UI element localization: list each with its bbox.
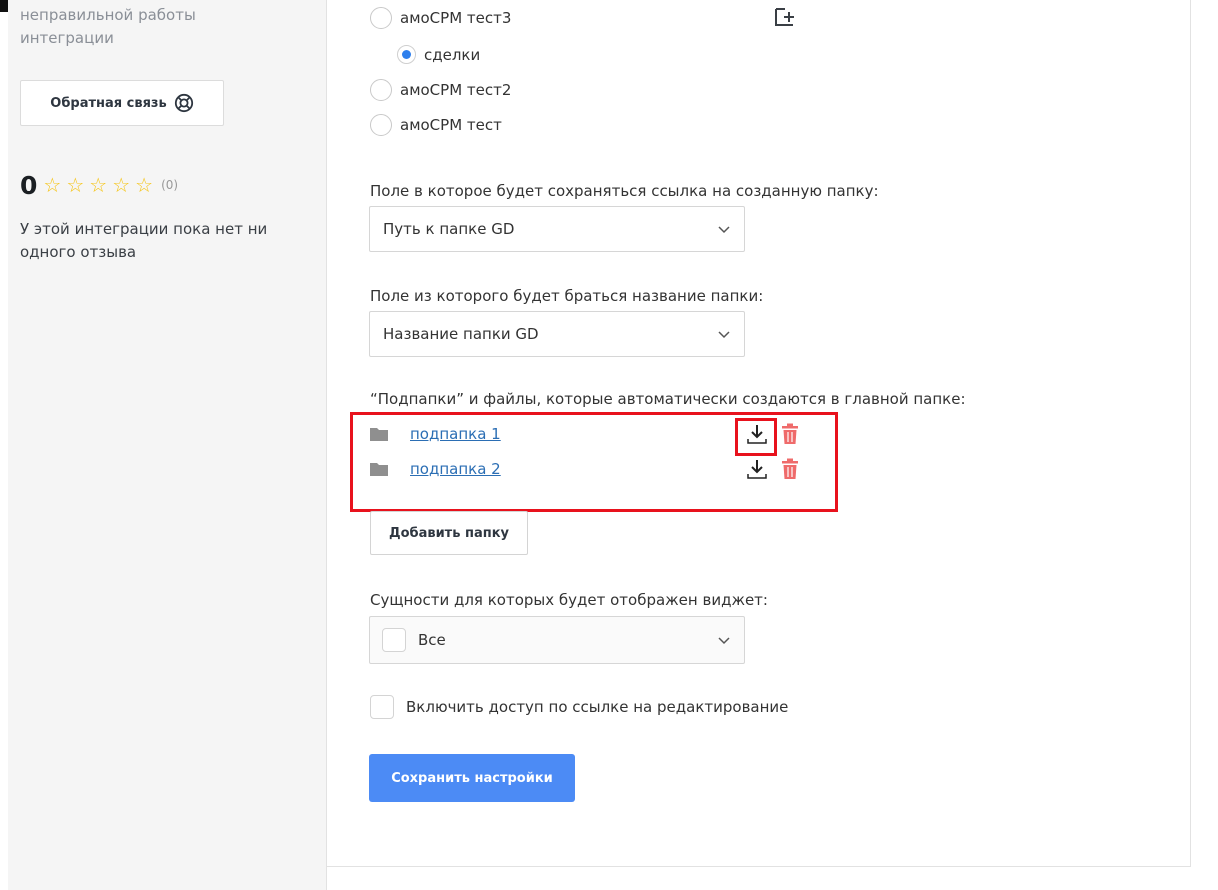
subfolder-row: подпапка 2 [370, 460, 501, 478]
subfolder-row: подпапка 1 [370, 425, 501, 443]
subfolders-label: “Подпапки” и файлы, которые автоматическ… [370, 390, 966, 408]
entities-checkbox[interactable] [382, 628, 406, 652]
add-folder-button[interactable]: Добавить папку [370, 511, 528, 555]
trash-icon[interactable] [781, 423, 799, 445]
chevron-down-icon [718, 637, 730, 645]
no-reviews-text: У этой интеграции пока нет ни одного отз… [20, 220, 268, 261]
radio-button[interactable] [370, 79, 392, 101]
chevron-down-icon [718, 331, 730, 339]
star-icon: ☆ [112, 173, 131, 197]
name-field-select[interactable]: Название папки GD [369, 311, 745, 357]
pipeline-radio[interactable]: амоСРМ тест2 [370, 79, 511, 101]
star-icon: ☆ [89, 173, 108, 197]
pipeline-label: амоСРМ тест3 [400, 9, 512, 27]
rating: 0 ☆ ☆ ☆ ☆ ☆ (0) [20, 168, 178, 202]
main-border [1190, 0, 1191, 866]
folder-icon [370, 463, 388, 476]
rating-value: 0 [20, 170, 38, 200]
trash-icon[interactable] [781, 458, 799, 480]
pipeline-radio[interactable]: амоСРМ тест3 [370, 7, 511, 29]
feedback-button[interactable]: Обратная связь [20, 80, 224, 126]
radio-button-checked[interactable] [397, 45, 416, 64]
edit-access-row[interactable]: Включить доступ по ссылке на редактирова… [370, 695, 788, 719]
link-field-label: Поле в которое будет сохраняться ссылка … [370, 182, 879, 200]
radio-button[interactable] [370, 114, 392, 136]
radio-button[interactable] [370, 7, 392, 29]
add-subitem-icon[interactable] [773, 7, 799, 29]
window-edge [0, 0, 8, 12]
subfolder-link[interactable]: подпапка 2 [410, 460, 501, 478]
link-field-select[interactable]: Путь к папке GD [369, 206, 745, 252]
download-icon[interactable] [745, 423, 769, 447]
pipeline-radio[interactable]: амоСРМ тест [370, 114, 502, 136]
rating-count: (0) [161, 178, 179, 192]
lifebuoy-icon [174, 93, 193, 113]
pipeline-label: амоСРМ тест2 [400, 81, 512, 99]
edit-access-checkbox[interactable] [370, 695, 394, 719]
entities-select[interactable]: Все [369, 616, 745, 664]
chevron-down-icon [718, 226, 730, 234]
main-bottom-border [327, 866, 1191, 867]
name-field-value: Название папки GD [383, 325, 539, 343]
name-field-label: Поле из которого будет браться название … [370, 287, 764, 305]
star-icon: ☆ [43, 173, 62, 197]
pipeline-radio-selected[interactable]: сделки [397, 45, 480, 64]
sidebar-note: неправильной работы интеграции [20, 6, 196, 47]
edit-access-label: Включить доступ по ссылке на редактирова… [406, 698, 789, 716]
pipeline-label: сделки [424, 45, 481, 64]
pipeline-label: амоСРМ тест [400, 116, 502, 134]
download-icon[interactable] [745, 458, 769, 482]
folder-icon [370, 428, 388, 441]
feedback-button-label: Обратная связь [50, 95, 167, 111]
star-icon: ☆ [135, 173, 154, 197]
sidebar: неправильной работы интеграции Обратная … [8, 0, 327, 890]
link-field-value: Путь к папке GD [383, 220, 515, 238]
entities-value: Все [418, 631, 446, 649]
subfolder-link[interactable]: подпапка 1 [410, 425, 501, 443]
star-icon: ☆ [66, 173, 85, 197]
save-settings-button[interactable]: Сохранить настройки [369, 754, 575, 802]
entities-label: Сущности для которых будет отображен вид… [370, 591, 768, 609]
